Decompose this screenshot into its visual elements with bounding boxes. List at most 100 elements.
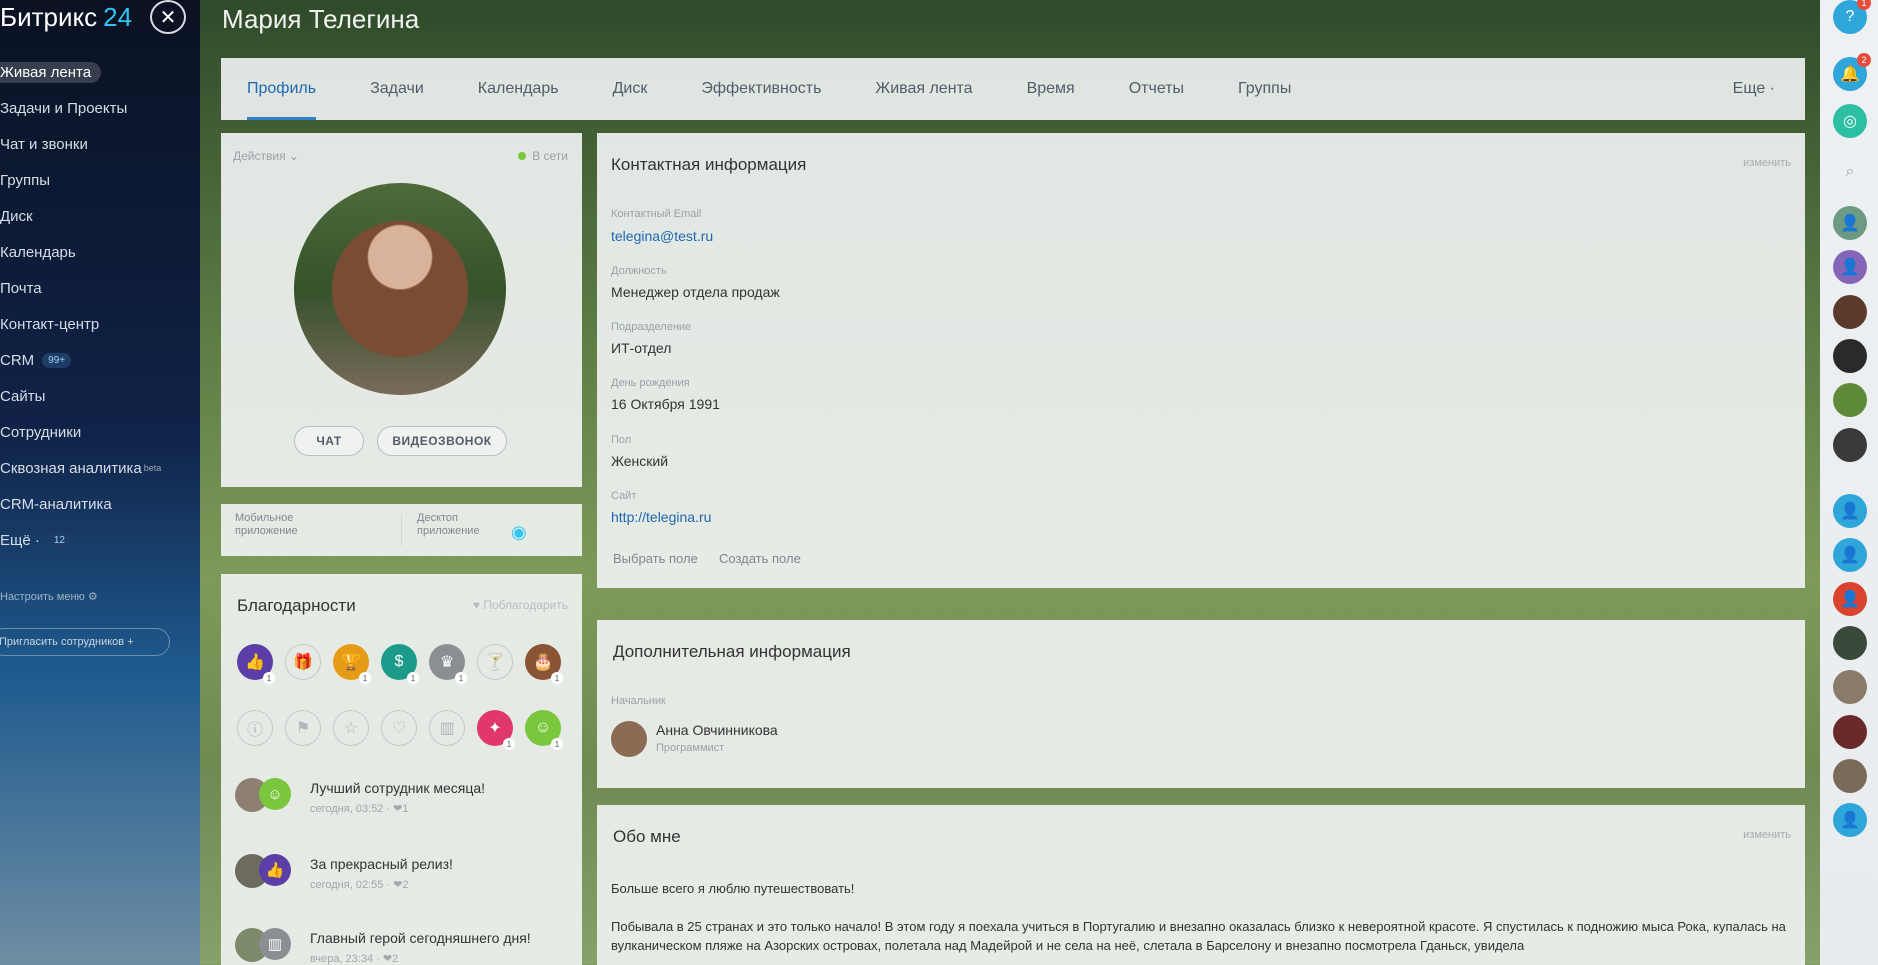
contact-avatar[interactable]: 👤 (1833, 206, 1867, 240)
cocktail-award-icon[interactable]: 🍸 (477, 644, 513, 680)
gift-award-icon[interactable]: 🎁 (285, 644, 321, 680)
tab-groups[interactable]: Группы (1238, 58, 1291, 120)
chat-button[interactable]: ЧАТ (294, 426, 364, 456)
contact-avatar[interactable]: 👤 (1833, 250, 1867, 284)
contact-avatar[interactable] (1833, 295, 1867, 329)
menu-item-label: Ещё · (0, 531, 40, 549)
email-label: Контактный Email (611, 208, 702, 220)
contact-avatar[interactable] (1833, 715, 1867, 749)
email-value[interactable]: telegina@test.ru (611, 228, 713, 244)
smile-award-icon[interactable]: ☺ 1 (525, 710, 563, 750)
menu-item-disk[interactable]: Диск (0, 198, 200, 234)
thanks-card: Благодарности ♥ Поблагодарить 👍 1 🎁 🏆 1 $1… (221, 574, 582, 965)
contact-avatar[interactable] (1833, 759, 1867, 793)
help-badge: 1 (1857, 0, 1871, 10)
menu-item-groups[interactable]: Группы (0, 162, 200, 198)
menu-item-label: Сквозная аналитика (0, 459, 142, 477)
menu-settings-link[interactable]: Настроить меню ⚙ (0, 590, 98, 603)
like-award-icon[interactable]: 👍 1 (237, 644, 275, 684)
heart-icon: ♥ (472, 598, 481, 612)
online-status: В сети (518, 149, 568, 163)
mobile-app-link[interactable]: Мобильное приложение (235, 512, 298, 538)
star-award-icon[interactable]: ☆ (333, 710, 369, 746)
menu-item-label: Чат и звонки (0, 135, 88, 153)
tab-reports[interactable]: Отчеты (1129, 58, 1184, 120)
search-icon: ⌕ (1845, 163, 1855, 180)
menu-item-calendar[interactable]: Календарь (0, 234, 200, 270)
about-edit-link[interactable]: изменить (1743, 829, 1791, 841)
money-award-icon[interactable]: $1 (381, 644, 419, 684)
open-channels-button[interactable]: ◎ (1833, 104, 1867, 138)
tabs-more-button[interactable]: Еще · (1733, 58, 1775, 120)
tab-time[interactable]: Время (1027, 58, 1075, 120)
menu-item-employees[interactable]: Сотрудники (0, 414, 200, 450)
tab-disk[interactable]: Диск (613, 58, 648, 120)
info-award-icon[interactable]: ⓘ (237, 710, 273, 746)
thanks-item[interactable]: 👍 За прекрасный релиз! сегодня, 02:55 · … (235, 854, 565, 904)
create-field-link[interactable]: Создать поле (719, 551, 801, 566)
contact-avatar[interactable]: 👤 (1833, 803, 1867, 837)
thanks-item[interactable]: ☺ Лучший сотрудник месяца! сегодня, 03:5… (235, 778, 565, 828)
contact-avatar[interactable] (1833, 626, 1867, 660)
manager-avatar[interactable] (611, 721, 647, 757)
contact-avatar[interactable]: 👤 (1833, 538, 1867, 572)
tab-profile[interactable]: Профиль (247, 58, 317, 120)
manager-name[interactable]: Анна Овчинникова (656, 722, 778, 738)
tab-tasks[interactable]: Задачи (370, 58, 424, 120)
contact-avatar[interactable]: 👤 (1833, 582, 1867, 616)
desktop-icon[interactable]: ◉ (511, 522, 527, 543)
contact-avatar[interactable] (1833, 383, 1867, 417)
menu-item-analytics[interactable]: Сквозная аналитика beta (0, 450, 200, 486)
thank-button[interactable]: ♥ Поблагодарить (473, 598, 568, 612)
tab-efficiency[interactable]: Эффективность (701, 58, 821, 120)
contact-avatar[interactable] (1833, 428, 1867, 462)
contact-avatar[interactable]: 👤 (1833, 494, 1867, 528)
brand-logo[interactable]: Битрикс 24 (0, 2, 132, 33)
choose-field-link[interactable]: Выбрать поле (613, 551, 698, 566)
menu-item-sites[interactable]: Сайты (0, 378, 200, 414)
thanks-item[interactable]: ▥ Главный герой сегодняшнего дня! вчера,… (235, 928, 565, 965)
actions-dropdown[interactable]: Действия ⌄ (233, 149, 299, 163)
menu-item-tasks[interactable]: Задачи и Проекты (0, 90, 200, 126)
heart-award-icon[interactable]: ♡ (381, 710, 417, 746)
profile-avatar[interactable] (294, 183, 506, 395)
position-label: Должность (611, 265, 667, 277)
crown-award-icon[interactable]: ♛ 1 (429, 644, 467, 684)
menu-item-crm-analytics[interactable]: CRM-аналитика (0, 486, 200, 522)
contact-avatar[interactable] (1833, 670, 1867, 704)
profile-tabs: Профиль Задачи Календарь Диск Эффективно… (221, 58, 1805, 120)
menu-item-contact-center[interactable]: Контакт-центр (0, 306, 200, 342)
close-menu-button[interactable]: ✕ (150, 0, 186, 34)
mobile-app-label-2: приложение (235, 525, 298, 537)
menu-item-feed[interactable]: Живая лента (0, 54, 200, 90)
beer-award-icon[interactable]: ▥ (429, 710, 465, 746)
search-button[interactable]: ⌕ (1833, 155, 1867, 189)
tab-feed[interactable]: Живая лента (875, 58, 972, 120)
menu-item-label: CRM (0, 351, 35, 369)
cake-award-icon[interactable]: 🎂 1 (525, 644, 563, 684)
flag-award-icon[interactable]: ⚑ (285, 710, 321, 746)
notifications-badge: 2 (1857, 53, 1871, 67)
menu-item-mail[interactable]: Почта (0, 270, 200, 306)
cup-award-icon[interactable]: 🏆 1 (333, 644, 371, 684)
brand-number: 24 (103, 2, 133, 32)
menu-item-crm[interactable]: CRM 99+ (0, 342, 200, 378)
invite-employees-button[interactable]: Пригласить сотрудников + (0, 628, 170, 656)
contact-avatar[interactable] (1833, 339, 1867, 373)
help-button[interactable]: ? 1 (1833, 0, 1871, 34)
site-value[interactable]: http://telegina.ru (611, 509, 711, 525)
contact-edit-link[interactable]: изменить (1743, 157, 1791, 169)
desktop-app-link[interactable]: Десктоп приложение (417, 512, 480, 538)
menu-item-chat[interactable]: Чат и звонки (0, 126, 200, 162)
birthday-label: День рождения (611, 377, 690, 389)
menu-item-more[interactable]: Ещё · 12 (0, 522, 200, 558)
notifications-button[interactable]: 🔔 2 (1833, 53, 1871, 91)
chat-circle-icon: ◎ (1843, 113, 1857, 130)
divider (401, 514, 402, 546)
video-call-button[interactable]: ВИДЕОЗВОНОК (377, 426, 507, 456)
rocket-award-icon[interactable]: ✦ 1 (477, 710, 515, 750)
about-card: Обо мне изменить Больше всего я люблю пу… (597, 805, 1805, 965)
tab-calendar[interactable]: Календарь (478, 58, 559, 120)
right-sidebar: ? 1 🔔 2 ◎ ⌕ 👤 👤 👤 👤 👤 👤 (1820, 0, 1878, 965)
close-icon: ✕ (159, 6, 177, 29)
